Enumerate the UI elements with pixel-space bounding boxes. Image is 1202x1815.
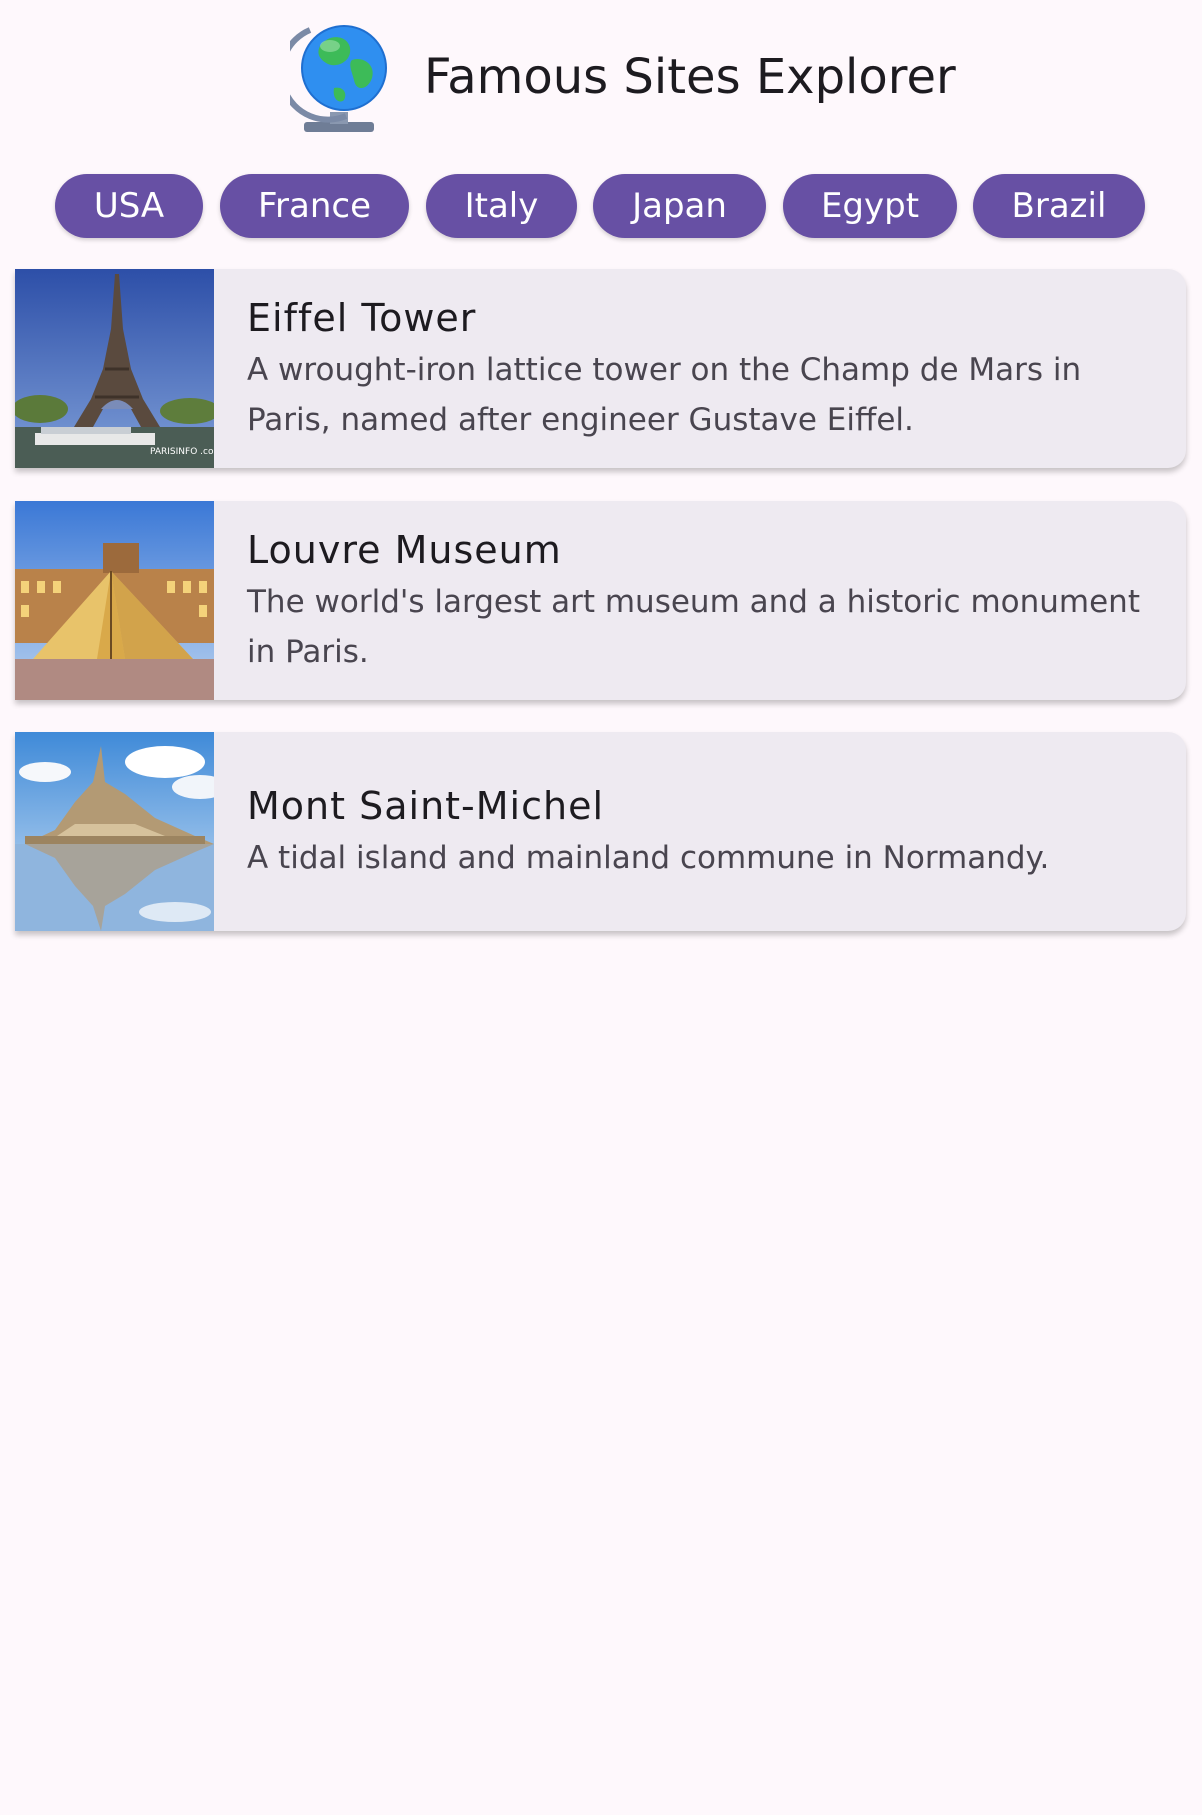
site-card[interactable]: PARISINFO .com Eiffel Tower A wrought-ir… — [15, 269, 1186, 468]
chip-usa[interactable]: USA — [55, 174, 203, 238]
site-card[interactable]: Mont Saint-Michel A tidal island and mai… — [15, 732, 1186, 931]
site-description: A tidal island and mainland commune in N… — [247, 839, 1050, 876]
eiffel-tower-image: PARISINFO .com — [15, 269, 214, 468]
site-title: Eiffel Tower — [247, 295, 477, 340]
site-card[interactable]: Louvre Museum The world's largest art mu… — [15, 501, 1186, 700]
globe-icon — [290, 25, 387, 132]
site-title: Mont Saint-Michel — [247, 783, 605, 828]
chip-brazil[interactable]: Brazil — [973, 174, 1145, 238]
mont-saint-michel-image — [15, 732, 214, 931]
image-watermark: PARISINFO .com — [150, 447, 214, 457]
chip-japan[interactable]: Japan — [593, 174, 766, 238]
site-description: A wrought-iron lattice tower on the Cham… — [247, 351, 1082, 438]
site-card-text: Eiffel Tower A wrought-iron lattice towe… — [247, 269, 1146, 468]
site-title: Louvre Museum — [247, 527, 562, 572]
louvre-museum-image — [15, 501, 214, 700]
app-title: Famous Sites Explorer — [424, 49, 956, 105]
chip-egypt[interactable]: Egypt — [783, 174, 957, 238]
site-card-text: Louvre Museum The world's largest art mu… — [247, 501, 1146, 700]
site-card-text: Mont Saint-Michel A tidal island and mai… — [247, 732, 1146, 931]
site-description: The world's largest art museum and a his… — [247, 583, 1140, 670]
app-header: Famous Sites Explorer — [0, 0, 1202, 160]
country-filter-row: USA France Italy Japan Egypt Brazil — [0, 174, 1202, 238]
chip-france[interactable]: France — [220, 174, 409, 238]
chip-italy[interactable]: Italy — [426, 174, 577, 238]
